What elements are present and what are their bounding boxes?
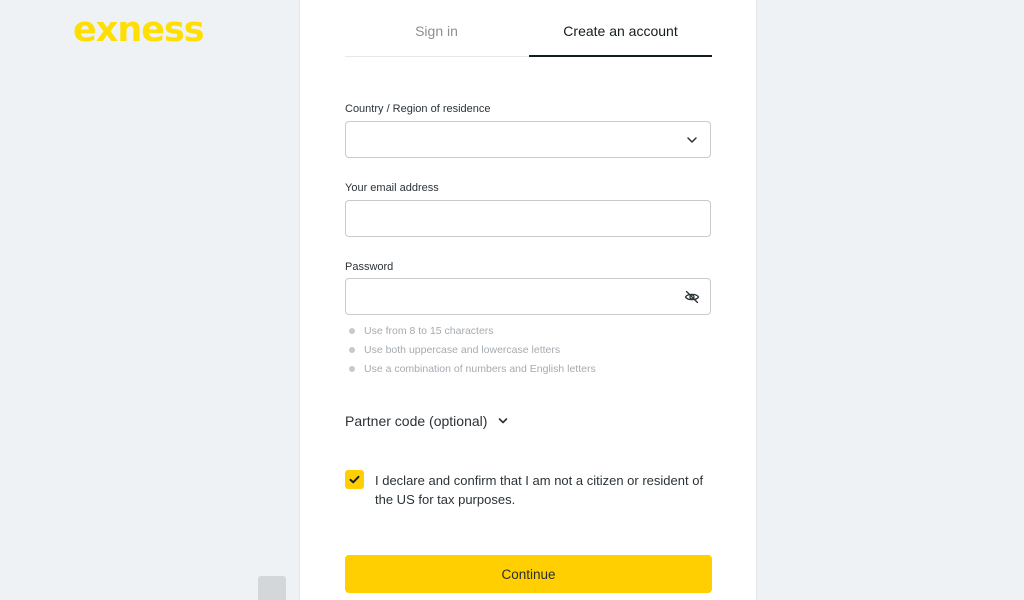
hint-text: Use a combination of numbers and English… bbox=[364, 363, 596, 375]
hint-dot-icon bbox=[349, 366, 355, 372]
password-hints: Use from 8 to 15 characters Use both upp… bbox=[348, 324, 596, 381]
password-hint: Use both uppercase and lowercase letters bbox=[348, 343, 596, 362]
hint-text: Use from 8 to 15 characters bbox=[364, 325, 494, 337]
declaration-checkbox[interactable] bbox=[345, 470, 364, 489]
checkmark-icon bbox=[349, 475, 360, 484]
chevron-down-icon bbox=[687, 137, 697, 143]
side-scroll-button[interactable] bbox=[258, 576, 286, 600]
password-label: Password bbox=[345, 261, 394, 273]
password-input[interactable] bbox=[346, 279, 690, 312]
hint-dot-icon bbox=[349, 347, 355, 353]
declaration-text: I declare and confirm that I am not a ci… bbox=[375, 473, 704, 507]
signup-panel: Sign in Create an account Country / Regi… bbox=[300, 0, 756, 600]
hint-text: Use both uppercase and lowercase letters bbox=[364, 344, 561, 356]
eye-slash-icon[interactable] bbox=[684, 289, 700, 305]
chevron-down-icon bbox=[499, 418, 508, 424]
exness-logo[interactable]: exness bbox=[73, 8, 205, 52]
partner-code-toggle[interactable]: Partner code (optional) bbox=[345, 413, 509, 429]
tab-create-account[interactable]: Create an account bbox=[529, 0, 712, 57]
hint-dot-icon bbox=[349, 328, 355, 334]
email-label: Your email address bbox=[345, 182, 439, 194]
email-field[interactable] bbox=[345, 200, 711, 237]
country-select-value[interactable] bbox=[346, 122, 690, 155]
country-select[interactable] bbox=[345, 121, 711, 158]
password-hint: Use from 8 to 15 characters bbox=[348, 324, 596, 343]
partner-code-label: Partner code (optional) bbox=[345, 413, 488, 429]
auth-tabs: Sign in Create an account bbox=[345, 0, 712, 57]
tab-sign-in[interactable]: Sign in bbox=[345, 0, 528, 56]
continue-button[interactable]: Continue bbox=[345, 555, 712, 593]
country-label: Country / Region of residence bbox=[345, 103, 491, 115]
password-hint: Use a combination of numbers and English… bbox=[348, 362, 596, 381]
email-input[interactable] bbox=[346, 201, 690, 234]
password-field[interactable] bbox=[345, 278, 711, 315]
